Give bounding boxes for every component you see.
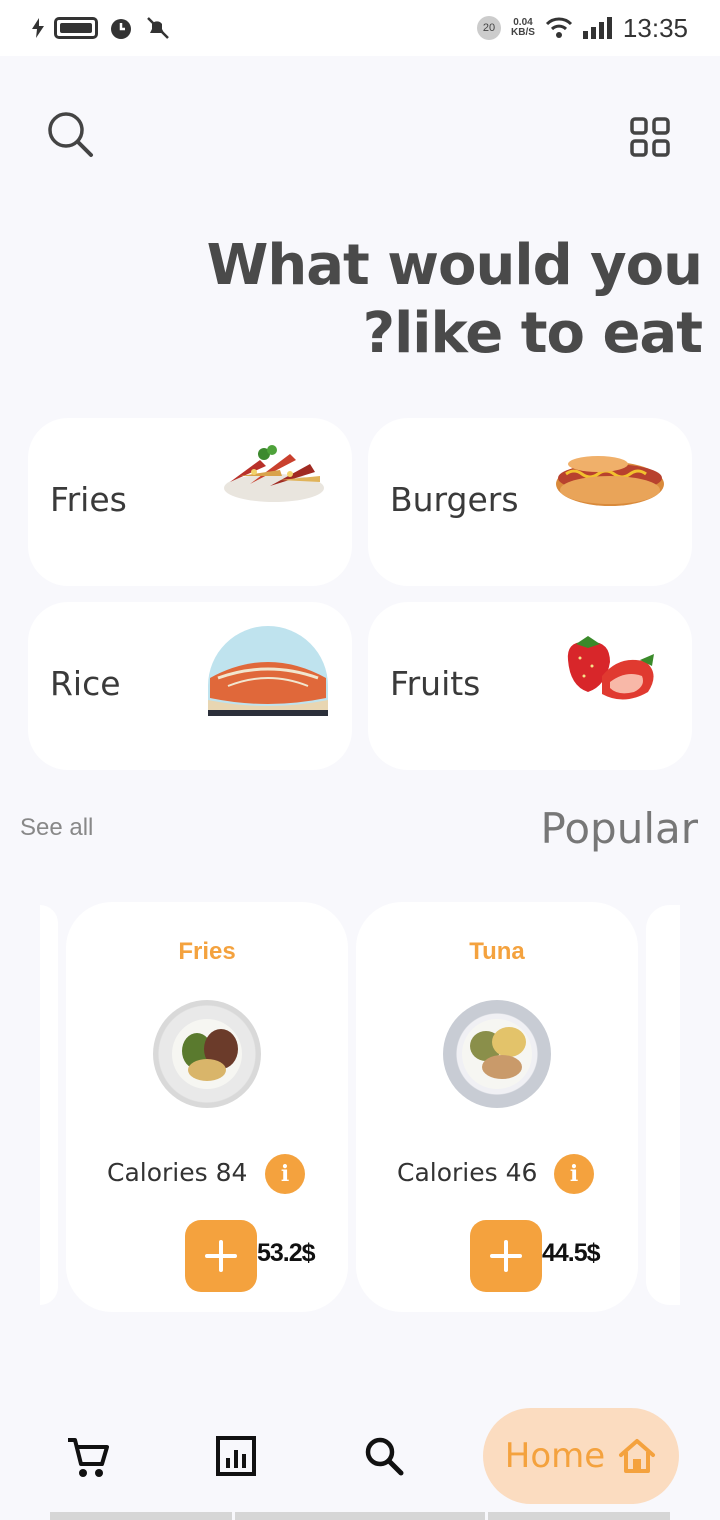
home-label: Home [504, 1436, 606, 1476]
net-speed: 0.04 KB/S [511, 18, 535, 38]
food-plate-image [153, 1000, 261, 1108]
fries-image [224, 445, 324, 502]
category-label: Fruits [390, 664, 481, 703]
page-headline: What would you ?like to eat [102, 232, 703, 368]
plate-inner [172, 1019, 242, 1089]
category-card-fries[interactable]: Fries [28, 418, 352, 586]
rice-image [208, 626, 328, 716]
headline-line-1: What would you [206, 233, 703, 298]
hotdog-image [556, 456, 664, 506]
search-icon[interactable] [364, 1436, 404, 1476]
category-label: Rice [50, 664, 121, 703]
search-icon[interactable] [46, 110, 96, 160]
calories-text: Calories 84 [107, 1158, 248, 1187]
popular-card-fries[interactable]: Fries Calories 84 i 53.2$ [66, 902, 348, 1312]
status-right: 20 0.04 KB/S 13:35 [477, 13, 688, 44]
popular-item-name: Fries [178, 938, 236, 965]
info-button[interactable]: i [265, 1154, 305, 1194]
bottom-nav: Home [0, 1400, 720, 1520]
home-tab[interactable]: Home [483, 1408, 679, 1504]
popular-item-name: Tuna [469, 938, 525, 965]
headline-line-2: ?like to eat [362, 301, 703, 366]
battery-icon [54, 17, 98, 39]
food-grain [188, 1059, 226, 1081]
popular-card-partial-right[interactable] [646, 905, 680, 1305]
gesture-bar [488, 1512, 670, 1520]
status-time: 13:35 [622, 12, 688, 43]
plus-icon [490, 1240, 522, 1272]
price-label: 44.5$ [542, 1239, 601, 1267]
stats-icon[interactable] [216, 1436, 256, 1476]
net-speed-unit: KB/S [511, 27, 535, 38]
add-to-cart-button[interactable] [470, 1220, 542, 1292]
food-tuna [482, 1055, 522, 1079]
mute-icon [147, 17, 169, 39]
category-label: Burgers [390, 480, 519, 519]
cart-icon[interactable] [66, 1436, 110, 1480]
gesture-bar [235, 1512, 485, 1520]
grid-icon[interactable] [630, 117, 670, 157]
wifi-icon [545, 17, 572, 38]
home-icon [619, 1439, 656, 1473]
gesture-bar [50, 1512, 232, 1520]
category-card-fruits[interactable]: Fruits [368, 602, 692, 770]
add-to-cart-button[interactable] [185, 1220, 257, 1292]
food-plate-image [443, 1000, 551, 1108]
notification-badge: 20 [477, 16, 502, 40]
charging-icon [32, 18, 44, 38]
status-left [32, 15, 174, 41]
alarm-icon [111, 19, 131, 39]
see-all-link[interactable]: See all [20, 814, 93, 842]
category-label: Fries [50, 480, 127, 519]
strawberry-image [567, 636, 654, 700]
popular-card-partial-left[interactable] [40, 905, 58, 1305]
food-noodles [492, 1027, 526, 1057]
plus-icon [205, 1240, 237, 1272]
signal-icon [582, 17, 612, 39]
category-card-rice[interactable]: Rice [28, 602, 352, 770]
plate-inner [462, 1019, 532, 1089]
popular-card-tuna[interactable]: Tuna Calories 46 i 44.5$ [356, 902, 638, 1312]
status-bar: 20 0.04 KB/S 13:35 [0, 0, 720, 56]
category-card-burgers[interactable]: Burgers [368, 418, 692, 586]
section-title: Popular [540, 804, 698, 853]
calories-text: Calories 46 [397, 1158, 538, 1187]
price-label: 53.2$ [257, 1239, 316, 1267]
info-button[interactable]: i [554, 1154, 594, 1194]
